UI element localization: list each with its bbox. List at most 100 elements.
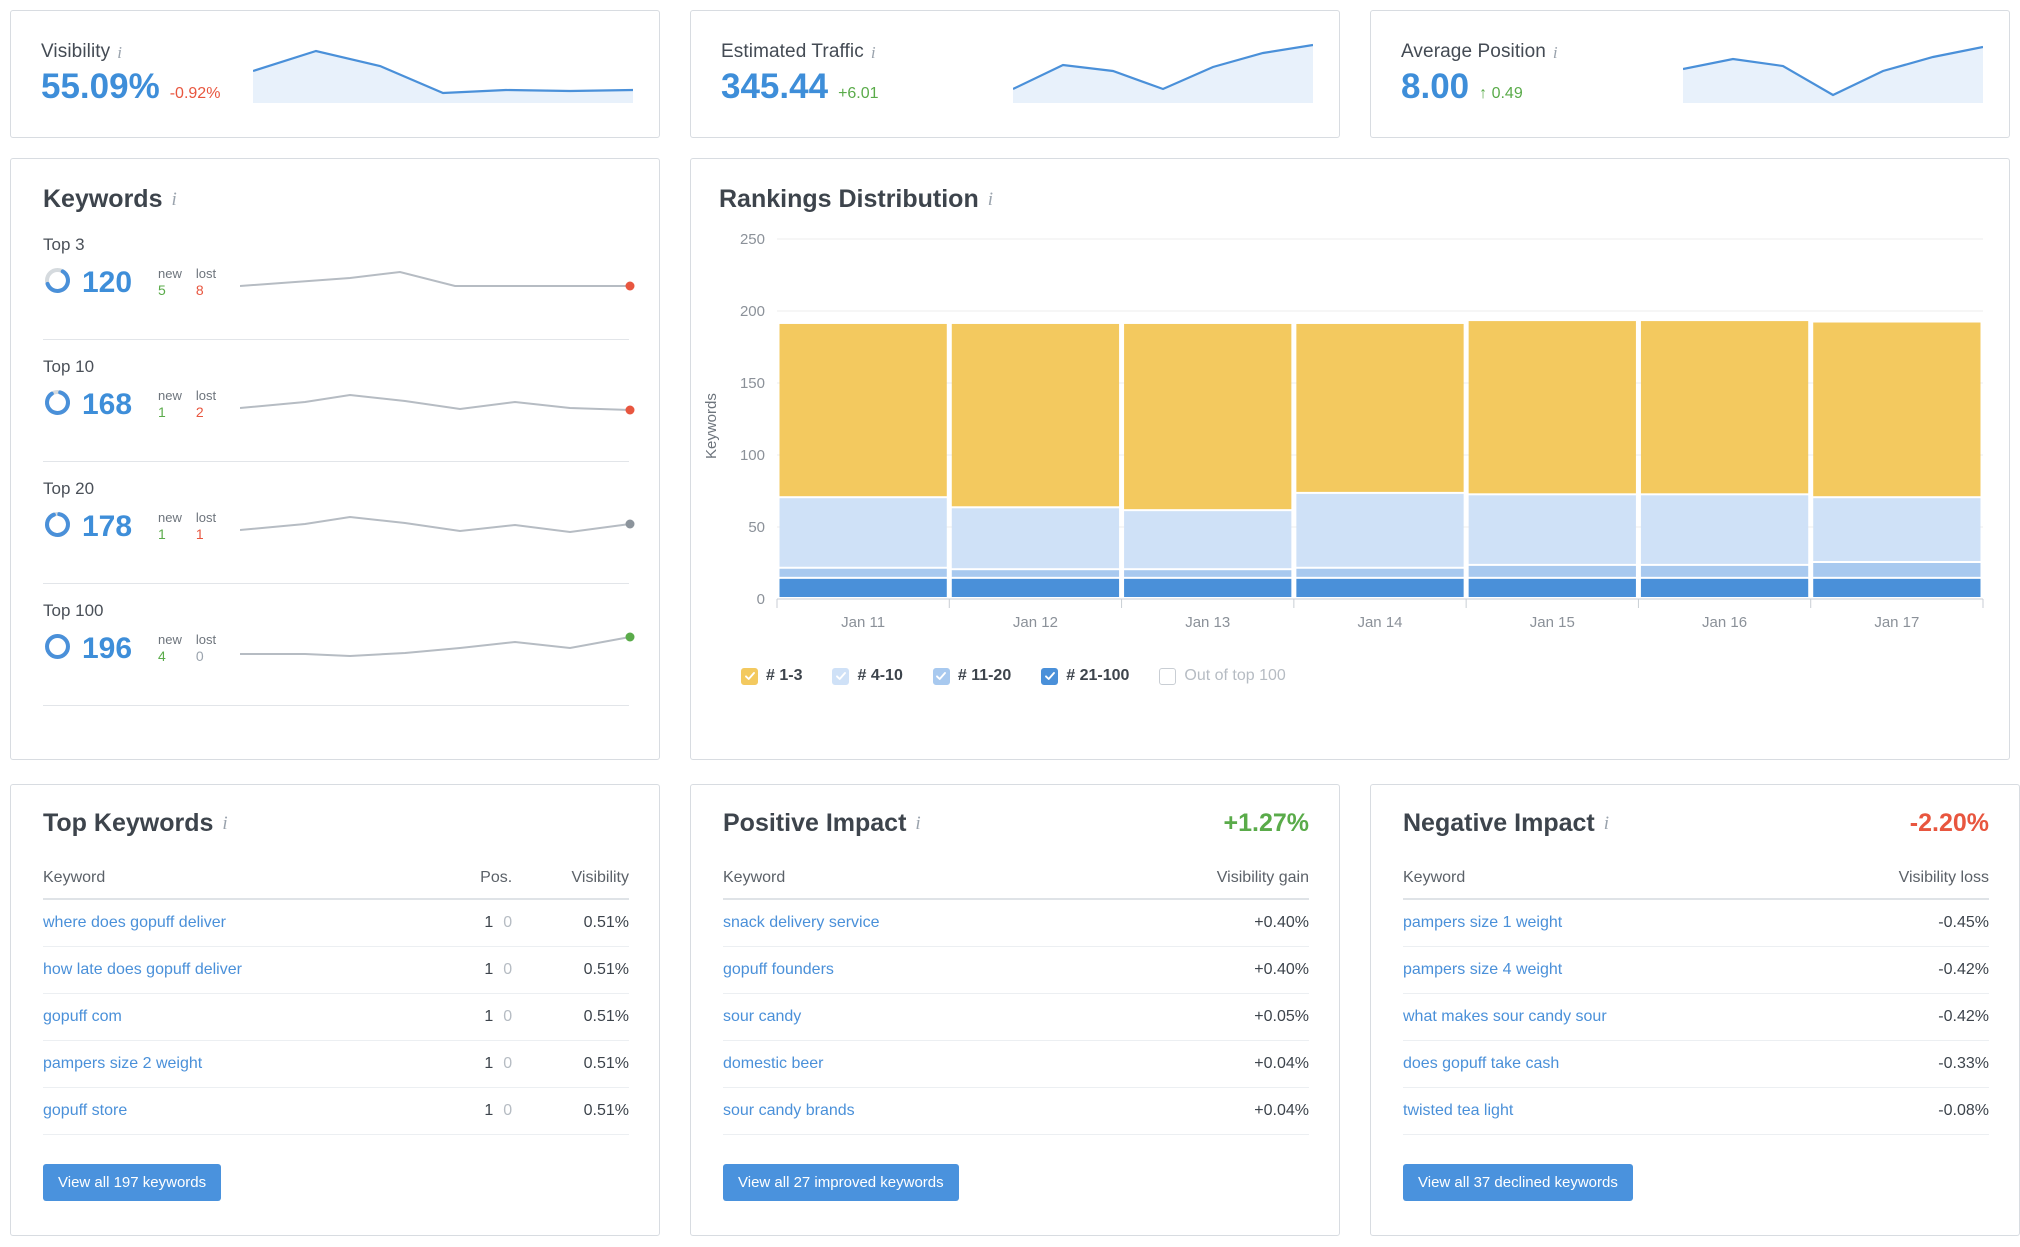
position-value: 1 [484,914,494,931]
legend-item-4-10[interactable]: # 4-10 [832,667,903,685]
legend-item-21-100[interactable]: # 21-100 [1041,667,1129,685]
visibility-loss-cell: -0.45% [1808,899,1989,947]
svg-text:100: 100 [740,447,765,464]
visibility-gain-cell: +0.40% [1091,899,1309,947]
new-value: 1 [158,403,166,420]
table-row: pampers size 2 weight 1 0 0.51% [43,1040,629,1088]
positive-impact-table: Keyword Visibility gain snack delivery s… [723,863,1309,1135]
progress-ring-icon [43,388,72,422]
keyword-bucket-label: Top 20 [43,479,95,498]
new-value: 4 [158,647,166,664]
kpi-title: Average Position i [1401,41,1558,63]
new-group: new 5 [158,266,182,298]
keyword-link[interactable]: sour candy brands [723,1087,1092,1135]
kpi-title: Estimated Traffic i [721,41,879,63]
keyword-link[interactable]: where does gopuff deliver [43,899,448,947]
table-row: twisted tea light -0.08% [1403,1087,1989,1135]
keyword-link[interactable]: twisted tea light [1403,1087,1809,1135]
legend-item-outoftop100[interactable]: Out of top 100 [1159,667,1286,685]
legend-item-11-20[interactable]: # 11-20 [932,667,1011,685]
view-all-keywords-button[interactable]: View all 197 keywords [43,1164,222,1201]
position-value: 1 [484,1008,494,1025]
position-cell: 10 [447,1040,513,1088]
negative-impact-title: Negative Impact i [1403,809,1609,838]
keyword-bucket-sparkline [240,626,640,671]
keyword-link[interactable]: snack delivery service [723,899,1092,947]
kpi-value: 8.00 [1401,67,1470,106]
top-keywords-header: Top Keywords i [43,809,629,838]
keyword-bucket-top-20: Top 20 178 new 1 lost 1 [43,479,635,549]
kpi-card-average-position: Average Position i 8.00 ↑ 0.49 [1370,10,2010,138]
new-lost-group: new 5 lost 8 [158,265,217,298]
keyword-link[interactable]: sour candy [723,993,1092,1041]
svg-text:50: 50 [748,519,765,536]
position-value: 1 [484,961,494,978]
keyword-link[interactable]: does gopuff take cash [1403,1040,1809,1088]
position-tracking-dashboard: Visibility i 55.09% -0.92% Estimated Tra… [0,0,2020,1247]
keyword-link[interactable]: domestic beer [723,1040,1092,1088]
info-icon[interactable]: i [222,814,227,833]
negative-impact-header: Negative Impact i -2.20% [1403,809,1989,838]
visibility-cell: 0.51% [512,946,629,994]
negative-impact-card: Negative Impact i -2.20% Keyword Visibil… [1370,784,2020,1236]
progress-ring-icon [43,510,72,544]
top-keywords-title-label: Top Keywords [43,809,214,837]
position-change: 0 [503,914,513,931]
keyword-link[interactable]: pampers size 2 weight [43,1040,448,1088]
keyword-link[interactable]: gopuff store [43,1087,448,1135]
lost-group: lost 1 [196,510,216,542]
positive-impact-header: Positive Impact i +1.27% [723,809,1309,838]
position-change: 0 [503,1102,513,1119]
kpi-title: Visibility i [41,41,220,63]
svg-text:150: 150 [740,375,765,392]
visibility-gain-cell: +0.04% [1091,1087,1309,1135]
info-icon[interactable]: i [915,814,920,833]
checkbox-unchecked-icon[interactable] [1159,667,1177,685]
sparkline-visibility [252,33,634,108]
lost-group: lost 0 [196,632,216,664]
info-icon[interactable]: i [1604,814,1609,833]
info-icon[interactable]: i [171,190,176,209]
new-label: new [158,387,182,403]
column-header-keyword: Keyword [43,863,448,900]
keyword-link[interactable]: how late does gopuff deliver [43,946,448,994]
lost-group: lost 2 [196,388,216,420]
info-icon[interactable]: i [1553,44,1558,61]
keyword-link[interactable]: pampers size 1 weight [1403,899,1809,947]
position-cell: 10 [447,899,513,947]
legend-item-1-3[interactable]: # 1-3 [741,667,802,685]
new-lost-group: new 1 lost 2 [158,387,216,420]
info-icon[interactable]: i [117,44,122,61]
keyword-bucket-count: 168 [82,387,133,421]
info-icon[interactable]: i [871,44,876,61]
checkbox-checked-icon[interactable] [741,667,758,685]
divider [43,339,629,340]
info-icon[interactable]: i [988,190,993,209]
new-group: new 1 [158,387,182,420]
kpi-card-estimated-traffic: Estimated Traffic i 345.44 +6.01 [690,10,1340,138]
keyword-link[interactable]: pampers size 4 weight [1403,946,1809,994]
checkbox-checked-icon[interactable] [932,667,950,685]
position-value: 1 [484,1055,494,1072]
keyword-link[interactable]: gopuff founders [723,946,1092,994]
view-all-improved-keywords-button[interactable]: View all 27 improved keywords [723,1164,959,1201]
keyword-bucket-top-3: Top 3 120 new 5 lost 8 [43,235,635,305]
new-lost-group: new 1 lost 1 [158,509,216,542]
view-all-declined-keywords-button[interactable]: View all 37 declined keywords [1403,1164,1633,1201]
top-keywords-title: Top Keywords i [43,809,228,838]
keyword-link[interactable]: what makes sour candy sour [1403,993,1809,1041]
new-label: new [158,509,182,525]
table-row: does gopuff take cash -0.33% [1403,1040,1989,1088]
column-header-visibility-gain: Visibility gain [1091,863,1309,900]
positive-impact-title-label: Positive Impact [723,809,907,837]
kpi-title-label: Estimated Traffic [721,41,864,62]
visibility-loss-cell: -0.42% [1808,946,1989,994]
checkbox-checked-icon[interactable] [1041,667,1059,685]
lost-label: lost [195,265,217,281]
visibility-cell: 0.51% [512,1040,629,1088]
keyword-bucket-body: 178 new 1 lost 1 [43,504,635,549]
visibility-loss-cell: -0.08% [1808,1087,1989,1135]
checkbox-checked-icon[interactable] [832,667,850,685]
keyword-bucket-body: 120 new 5 lost 8 [43,260,635,305]
keyword-link[interactable]: gopuff com [43,993,448,1041]
